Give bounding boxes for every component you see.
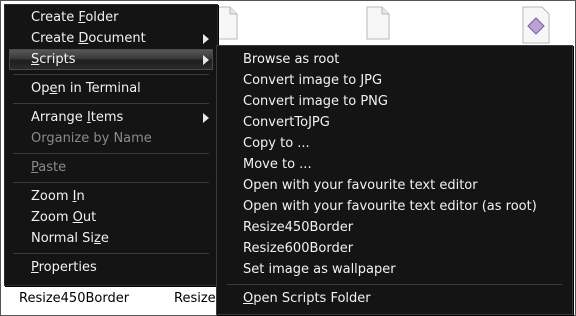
- menu-item-label: Normal Size: [31, 231, 109, 246]
- submenu-arrow-icon: [203, 113, 209, 123]
- script-item-label: Set image as wallpaper: [243, 262, 396, 277]
- menu-item-label: Scripts: [31, 52, 76, 67]
- menu-item-arrange-items[interactable]: Arrange Items: [5, 107, 217, 128]
- script-item-label: Move to ...: [243, 157, 312, 172]
- menu-item-normal-size[interactable]: Normal Size: [5, 228, 217, 249]
- script-item-label: Open with your favourite text editor: [243, 178, 478, 193]
- menu-item-zoom-in[interactable]: Zoom In: [5, 186, 217, 207]
- menu-separator: [13, 74, 209, 75]
- menu-item-scripts[interactable]: Scripts: [9, 49, 213, 70]
- file-label-resize[interactable]: Resize: [174, 291, 216, 306]
- menu-item-organize-by-name: Organize by Name: [5, 128, 217, 149]
- menu-separator: [13, 253, 209, 254]
- context-menu: Create Folder Create Document Scripts Open …: [4, 4, 218, 286]
- menu-item-label: Zoom In: [31, 189, 85, 204]
- menu-item-label: Arrange Items: [31, 110, 124, 125]
- script-item-label: Resize600Border: [243, 241, 354, 256]
- submenu-arrow-icon: [203, 34, 209, 44]
- script-item-converttojpg[interactable]: ConvertToJPG: [217, 112, 572, 133]
- menu-item-label: Properties: [31, 260, 97, 275]
- script-file-icon[interactable]: [522, 6, 550, 44]
- menu-item-create-folder[interactable]: Create Folder: [5, 7, 217, 28]
- menu-item-create-document[interactable]: Create Document: [5, 28, 217, 49]
- script-item-label: ConvertToJPG: [243, 115, 330, 130]
- script-item-open-with-your-favourite-text-editor[interactable]: Open with your favourite text editor: [217, 175, 572, 196]
- script-item-open-with-your-favourite-text-editor-as-root[interactable]: Open with your favourite text editor (as…: [217, 196, 572, 217]
- document-file-icon[interactable]: [366, 6, 390, 40]
- menu-item-open-in-terminal[interactable]: Open in Terminal: [5, 78, 217, 99]
- menu-separator: [227, 284, 562, 285]
- menu-item-label: Organize by Name: [31, 131, 152, 146]
- script-item-copy-to[interactable]: Copy to ...: [217, 133, 572, 154]
- script-item-convert-image-to-png[interactable]: Convert image to PNG: [217, 91, 572, 112]
- open-scripts-folder-label: Open Scripts Folder: [243, 291, 371, 306]
- file-label-resize450border[interactable]: Resize450Border: [19, 291, 129, 306]
- script-item-resize450border[interactable]: Resize450Border: [217, 217, 572, 238]
- submenu-arrow-icon: [203, 55, 209, 65]
- script-item-label: Open with your favourite text editor (as…: [243, 199, 537, 214]
- menu-item-label: Paste: [31, 160, 67, 175]
- menu-item-label: Create Folder: [31, 10, 119, 25]
- script-item-browse-as-root[interactable]: Browse as root: [217, 49, 572, 70]
- menu-separator: [13, 103, 209, 104]
- script-item-label: Resize450Border: [243, 220, 354, 235]
- menu-item-properties[interactable]: Properties: [5, 257, 217, 278]
- script-item-label: Copy to ...: [243, 136, 310, 151]
- script-item-move-to[interactable]: Move to ...: [217, 154, 572, 175]
- menu-item-zoom-out[interactable]: Zoom Out: [5, 207, 217, 228]
- script-item-label: Convert image to JPG: [243, 73, 383, 88]
- script-item-set-image-as-wallpaper[interactable]: Set image as wallpaper: [217, 259, 572, 280]
- script-item-label: Browse as root: [243, 52, 340, 67]
- script-item-convert-image-to-jpg[interactable]: Convert image to JPG: [217, 70, 572, 91]
- menu-item-paste: Paste: [5, 157, 217, 178]
- scripts-submenu: Browse as root Convert image to JPG Conver…: [216, 45, 573, 315]
- script-item-label: Convert image to PNG: [243, 94, 388, 109]
- menu-item-label: Open in Terminal: [31, 81, 141, 96]
- menu-separator: [13, 182, 209, 183]
- menu-item-label: Zoom Out: [31, 210, 97, 225]
- open-scripts-folder-item[interactable]: Open Scripts Folder: [217, 288, 572, 309]
- script-item-resize600border[interactable]: Resize600Border: [217, 238, 572, 259]
- menu-separator: [13, 153, 209, 154]
- menu-item-label: Create Document: [31, 31, 146, 46]
